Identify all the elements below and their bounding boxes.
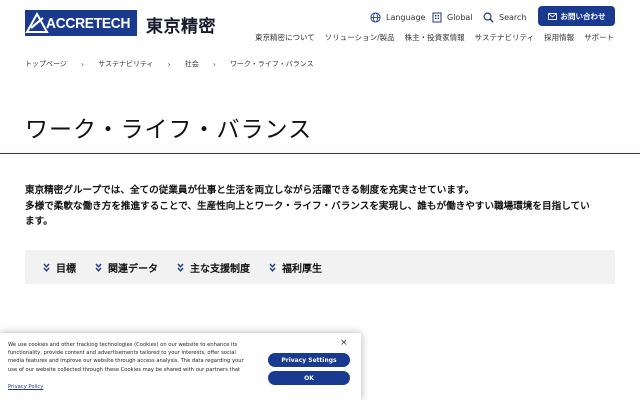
privacy-policy-link[interactable]: Privacy Policy xyxy=(8,384,43,390)
anchor-label: 目標 xyxy=(56,263,76,275)
intro-line: 多様で柔軟な働き方を推進することで、生産性向上とワーク・ライフ・バランスを実現し… xyxy=(25,200,590,212)
anchor-nav: 目標 関連データ 主な支援制度 福利厚生 xyxy=(25,250,615,284)
nav-item-ir[interactable]: 株主・投資家情報 xyxy=(405,32,465,43)
anchor-label: 主な支援制度 xyxy=(190,263,250,275)
logo-text: ACCRETECH xyxy=(45,14,130,32)
cookie-ok-button[interactable]: OK xyxy=(268,371,350,385)
anchor-link-support[interactable]: 主な支援制度 xyxy=(177,260,250,275)
search-icon xyxy=(483,12,494,23)
breadcrumb-current: ワーク・ライフ・バランス xyxy=(229,60,314,68)
nav-item-careers[interactable]: 採用情報 xyxy=(544,32,574,43)
privacy-settings-button[interactable]: Privacy Settings xyxy=(268,353,350,367)
cookie-text-line: media features and improve our website t… xyxy=(8,358,244,365)
intro-line: ます。 xyxy=(25,216,53,227)
chevron-right-icon: › xyxy=(212,59,216,69)
search-label: Search xyxy=(499,12,527,22)
cookie-text-line: functionality, provide content and adver… xyxy=(8,350,236,357)
close-icon[interactable]: × xyxy=(340,338,348,348)
search-link[interactable]: Search xyxy=(483,8,526,26)
building-icon xyxy=(432,12,442,22)
cookie-text: We use cookies and other tracking techno… xyxy=(8,341,260,374)
anchor-label: 関連データ xyxy=(108,263,158,275)
nav-item-support[interactable]: サポート xyxy=(584,32,614,43)
global-label: Global xyxy=(447,12,473,22)
global-nav: 東京精密について ソリューション/製品 株主・投資家情報 サステナビリティ 採用… xyxy=(255,32,614,43)
nav-item-about[interactable]: 東京精密について xyxy=(255,32,315,43)
anchor-link-goals[interactable]: 目標 xyxy=(43,260,76,275)
title-divider xyxy=(0,153,640,154)
page-title: ワーク・ライフ・バランス xyxy=(25,117,313,143)
contact-label: お問い合わせ xyxy=(560,11,606,21)
double-chevron-down-icon xyxy=(43,263,50,272)
nav-item-sustainability[interactable]: サステナビリティ xyxy=(475,32,534,43)
anchor-link-data[interactable]: 関連データ xyxy=(95,260,158,275)
company-name[interactable]: 東京精密 xyxy=(146,12,216,37)
globe-icon xyxy=(370,11,381,23)
global-link[interactable]: Global xyxy=(432,8,473,26)
intro-text: 東京精密グループでは、全ての従業員が仕事と生活を両立しながら活躍できる制度を充実… xyxy=(25,183,620,230)
intro-line: 東京精密グループでは、全ての従業員が仕事と生活を両立しながら活躍できる制度を充実… xyxy=(25,185,475,196)
anchor-label: 福利厚生 xyxy=(282,263,322,275)
site-header: ACCRETECH 東京精密 Language Global Search お問… xyxy=(0,0,640,50)
cookie-banner: We use cookies and other tracking techno… xyxy=(0,333,361,400)
accretech-logo[interactable]: ACCRETECH xyxy=(25,10,137,36)
cookie-text-line: use of our website collected through the… xyxy=(8,366,241,373)
breadcrumb: トップページ › サステナビリティ › 社会 › ワーク・ライフ・バランス xyxy=(25,59,314,69)
cookie-text-line: We use cookies and other tracking techno… xyxy=(8,342,238,348)
double-chevron-down-icon xyxy=(269,263,276,272)
breadcrumb-home[interactable]: トップページ xyxy=(25,59,67,69)
logo-mark-icon xyxy=(25,10,49,36)
language-label: Language xyxy=(386,12,426,22)
chevron-right-icon: › xyxy=(80,59,85,69)
breadcrumb-society[interactable]: 社会 xyxy=(185,59,199,69)
double-chevron-down-icon xyxy=(95,263,102,272)
anchor-link-welfare[interactable]: 福利厚生 xyxy=(269,260,322,275)
mail-icon xyxy=(547,12,557,20)
chevron-right-icon: › xyxy=(167,59,171,69)
double-chevron-down-icon xyxy=(177,263,184,272)
language-link[interactable]: Language xyxy=(370,8,425,26)
contact-button[interactable]: お問い合わせ xyxy=(538,6,615,26)
breadcrumb-sustainability[interactable]: サステナビリティ xyxy=(98,59,153,69)
nav-item-solutions[interactable]: ソリューション/製品 xyxy=(325,32,395,43)
